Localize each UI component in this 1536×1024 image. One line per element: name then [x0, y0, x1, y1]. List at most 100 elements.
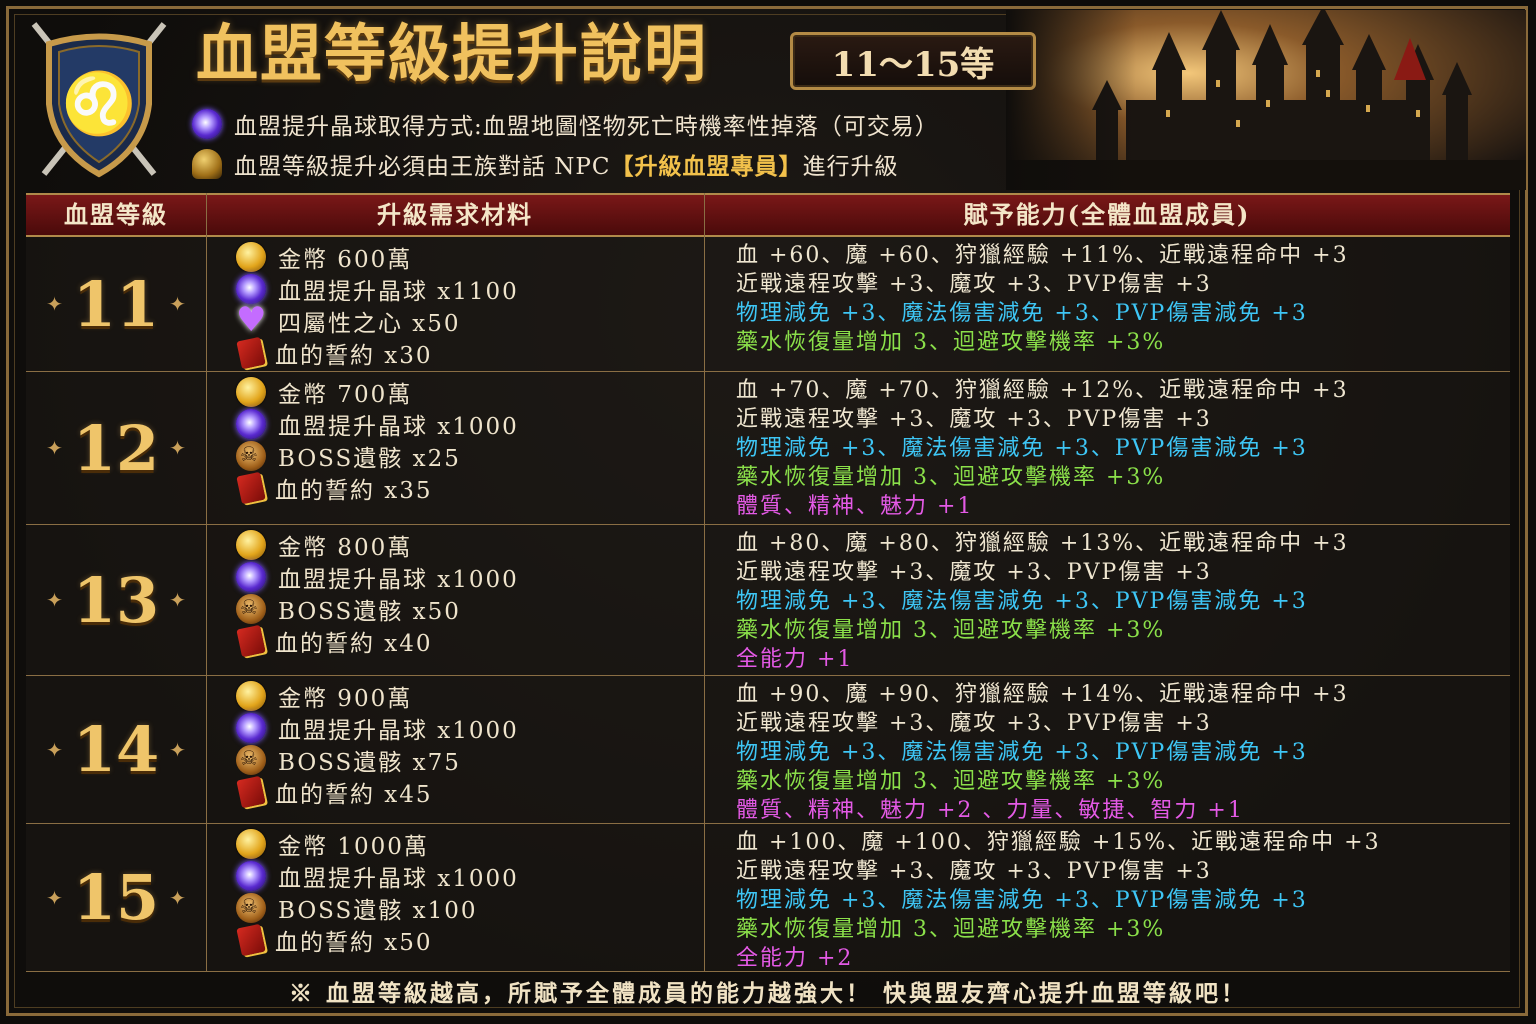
- ability-line: 物理減免 +3、魔法傷害減免 +3、PVP傷害減免 +3: [736, 888, 1308, 913]
- header-materials: 升級需求材料: [377, 200, 533, 229]
- ability-line: 近戰遠程攻擊 +3、魔攻 +3、PVP傷害 +3: [736, 272, 1212, 297]
- column-divider: [704, 193, 705, 972]
- header-abilities: 賦予能力(全體血盟成員): [963, 200, 1251, 229]
- ornament-icon: ✦: [46, 436, 63, 460]
- material-item: 血盟提升晶球 x1000: [236, 712, 519, 744]
- material-text: 金幣 600萬: [278, 247, 413, 273]
- material-text: 血盟提升晶球 x1000: [278, 866, 519, 892]
- ability-line: 血 +70、魔 +70、狩獵經驗 +12%、近戰遠程命中 +3: [736, 378, 1349, 403]
- npc-name-highlight: 【升級血盟專員】: [610, 153, 803, 180]
- ability-line: 體質、精神、魅力 +2 、力量、敏捷、智力 +1: [736, 798, 1244, 823]
- purple-orb-icon: [192, 109, 222, 139]
- ability-line: 物理減免 +3、魔法傷害減免 +3、PVP傷害減免 +3: [736, 301, 1308, 326]
- level-number: 13: [72, 563, 160, 637]
- material-item: 血的誓約 x50: [236, 923, 519, 957]
- ability-line: 全能力 +2: [736, 946, 854, 971]
- material-text: 血的誓約 x35: [275, 478, 433, 504]
- material-text: 血盟提升晶球 x1000: [278, 567, 519, 593]
- material-text: BOSS遺骸 x75: [278, 750, 461, 776]
- material-item: 四屬性之心 x50: [236, 300, 519, 340]
- material-item: 金幣 900萬: [236, 680, 519, 712]
- level-number: 11: [72, 267, 160, 341]
- gold-coin-icon: [236, 681, 266, 711]
- material-text: BOSS遺骸 x50: [278, 599, 461, 625]
- ability-line: 藥水恢復量增加 3、迴避攻擊機率 +3%: [736, 465, 1166, 490]
- ability-line: 血 +60、魔 +60、狩獵經驗 +11%、近戰遠程命中 +3: [736, 243, 1349, 268]
- material-text: BOSS遺骸 x25: [278, 446, 461, 472]
- abilities-list: 血 +90、魔 +90、狩獵經驗 +14%、近戰遠程命中 +3 近戰遠程攻擊 +3…: [736, 680, 1349, 825]
- ornament-icon: ✦: [46, 885, 63, 910]
- material-item: BOSS遺骸 x25: [236, 440, 519, 472]
- table-header-row: 血盟等級 升級需求材料 賦予能力(全體血盟成員): [26, 193, 1510, 237]
- ornament-icon: ✦: [46, 292, 63, 316]
- purple-orb-icon: [236, 409, 266, 439]
- materials-list: 金幣 700萬血盟提升晶球 x1000 BOSS遺骸 x25 血的誓約 x35: [236, 376, 519, 505]
- ornament-icon: ✦: [169, 588, 186, 612]
- materials-list: 金幣 800萬血盟提升晶球 x1000 BOSS遺骸 x50 血的誓約 x40: [236, 529, 519, 658]
- material-text: 血盟提升晶球 x1000: [278, 414, 519, 440]
- ornament-icon: ✦: [169, 885, 186, 910]
- material-item: BOSS遺骸 x100: [236, 892, 519, 924]
- note-text-after: 進行升級: [802, 154, 899, 180]
- material-item: 血盟提升晶球 x1000: [236, 561, 519, 593]
- column-divider: [206, 193, 207, 972]
- material-item: BOSS遺骸 x75: [236, 744, 519, 776]
- red-book-icon: [236, 471, 266, 505]
- svg-text:♌: ♌: [62, 69, 137, 139]
- material-text: 金幣 1000萬: [278, 834, 429, 860]
- material-text: 金幣 800萬: [278, 535, 413, 561]
- level-range-badge: 11～15等: [790, 32, 1036, 90]
- gold-coin-icon: [236, 377, 266, 407]
- red-book-icon: [236, 775, 266, 809]
- level-number: 12: [72, 411, 160, 485]
- ornament-icon: ✦: [46, 588, 63, 612]
- purple-orb-icon: [236, 713, 266, 743]
- material-item: 血盟提升晶球 x1000: [236, 860, 519, 892]
- level-cell: ✦ 14 ✦: [26, 676, 206, 823]
- clan-level-table: 血盟等級 升級需求材料 賦予能力(全體血盟成員) ✦ 11 ✦ 金幣 600萬血盟提升…: [26, 193, 1510, 972]
- ability-line: 藥水恢復量增加 3、迴避攻擊機率 +3%: [736, 618, 1166, 643]
- note-text-before: 血盟等級提升必須由王族對話 NPC: [234, 154, 611, 180]
- material-item: 血的誓約 x45: [236, 775, 519, 809]
- table-row: ✦ 14 ✦ 金幣 900萬血盟提升晶球 x1000 BOSS遺骸 x75 血的誓約 x4…: [26, 676, 1510, 824]
- abilities-list: 血 +70、魔 +70、狩獵經驗 +12%、近戰遠程命中 +3 近戰遠程攻擊 +3…: [736, 376, 1349, 521]
- level-cell: ✦ 15 ✦: [26, 824, 206, 971]
- red-book-icon: [236, 336, 266, 370]
- material-text: 血的誓約 x45: [275, 782, 433, 808]
- skull-icon: [236, 441, 266, 471]
- purple-orb-icon: [236, 562, 266, 592]
- abilities-list: 血 +60、魔 +60、狩獵經驗 +11%、近戰遠程命中 +3 近戰遠程攻擊 +3…: [736, 241, 1349, 357]
- ability-line: 近戰遠程攻擊 +3、魔攻 +3、PVP傷害 +3: [736, 859, 1212, 884]
- ornament-icon: ✦: [46, 737, 63, 762]
- ornament-icon: ✦: [169, 436, 186, 460]
- ability-line: 藥水恢復量增加 3、迴避攻擊機率 +3%: [736, 769, 1166, 794]
- material-text: 血盟提升晶球 x1100: [278, 279, 519, 305]
- page-title: 血盟等級提升說明: [196, 17, 709, 90]
- red-book-icon: [236, 923, 266, 957]
- heart-gem-icon: [236, 300, 268, 340]
- ability-line: 近戰遠程攻擊 +3、魔攻 +3、PVP傷害 +3: [736, 711, 1212, 736]
- material-text: 金幣 700萬: [278, 382, 413, 408]
- material-item: BOSS遺骸 x50: [236, 593, 519, 625]
- skull-icon: [236, 594, 266, 624]
- material-text: 血盟提升晶球 x1000: [278, 718, 519, 744]
- ability-line: 全能力 +1: [736, 647, 854, 672]
- level-cell: ✦ 11 ✦: [26, 237, 206, 371]
- helmet-icon: [192, 149, 222, 179]
- red-book-icon: [236, 624, 266, 658]
- materials-list: 金幣 600萬血盟提升晶球 x1100 四屬性之心 x50 血的誓約 x30: [236, 241, 519, 370]
- material-text: 血的誓約 x50: [275, 930, 433, 956]
- lion-shield-crest-icon: ♌: [31, 22, 167, 178]
- ability-line: 藥水恢復量增加 3、迴避攻擊機率 +3%: [736, 917, 1166, 942]
- materials-list: 金幣 1000萬血盟提升晶球 x1000 BOSS遺骸 x100 血的誓約 x50: [236, 828, 519, 957]
- note-orb-drop: 血盟提升晶球取得方式:血盟地圖怪物死亡時機率性掉落（可交易）: [192, 106, 939, 142]
- material-item: 血盟提升晶球 x1000: [236, 408, 519, 440]
- ornament-icon: ✦: [169, 737, 186, 762]
- material-item: 血的誓約 x30: [236, 336, 519, 370]
- ability-line: 血 +100、魔 +100、狩獵經驗 +15%、近戰遠程命中 +3: [736, 830, 1381, 855]
- level-number: 14: [72, 713, 160, 786]
- ability-line: 血 +80、魔 +80、狩獵經驗 +13%、近戰遠程命中 +3: [736, 531, 1349, 556]
- note-text: 血盟提升晶球取得方式:血盟地圖怪物死亡時機率性掉落（可交易）: [234, 114, 939, 140]
- purple-orb-icon: [236, 861, 266, 891]
- skull-icon: [236, 745, 266, 775]
